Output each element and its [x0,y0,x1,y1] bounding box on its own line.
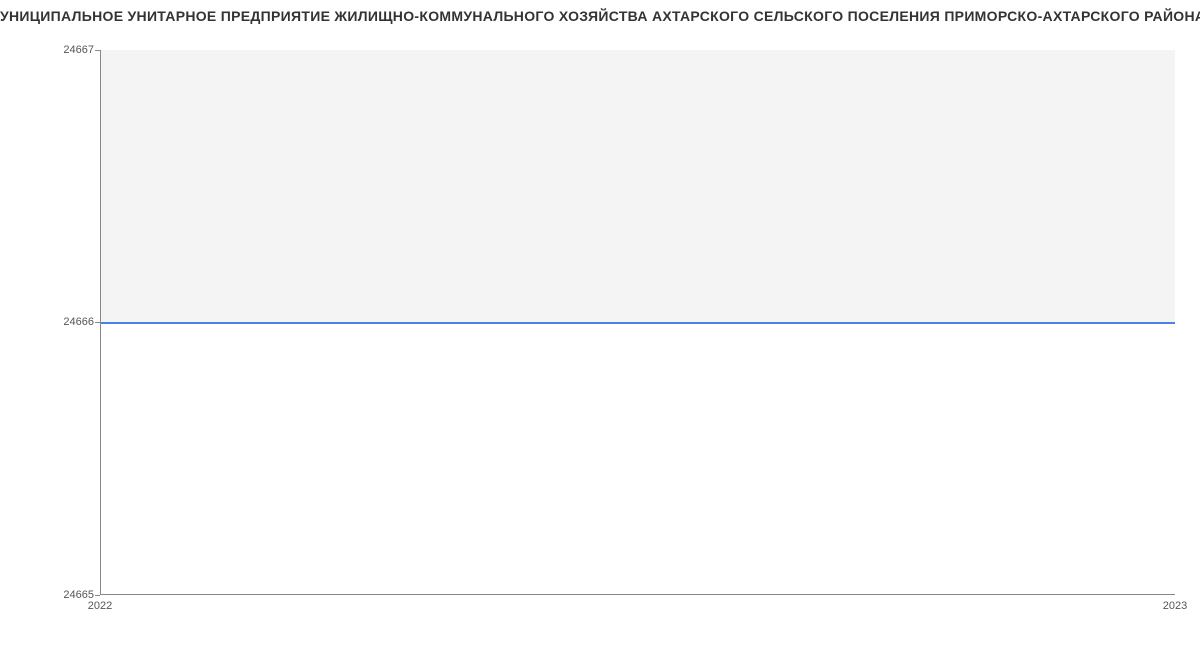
x-tick-label: 2023 [1163,600,1187,612]
y-tick-label: 24666 [63,316,94,328]
chart-title: УНИЦИПАЛЬНОЕ УНИТАРНОЕ ПРЕДПРИЯТИЕ ЖИЛИЩ… [0,0,1200,30]
y-tick-label: 24667 [63,44,94,56]
x-tick-label: 2022 [88,600,112,612]
plot-area [100,50,1175,595]
y-tick-mark [95,595,100,596]
chart-container: УНИЦИПАЛЬНОЕ УНИТАРНОЕ ПРЕДПРИЯТИЕ ЖИЛИЩ… [0,0,1200,650]
data-line-series [101,322,1175,324]
grid-band [101,50,1175,322]
